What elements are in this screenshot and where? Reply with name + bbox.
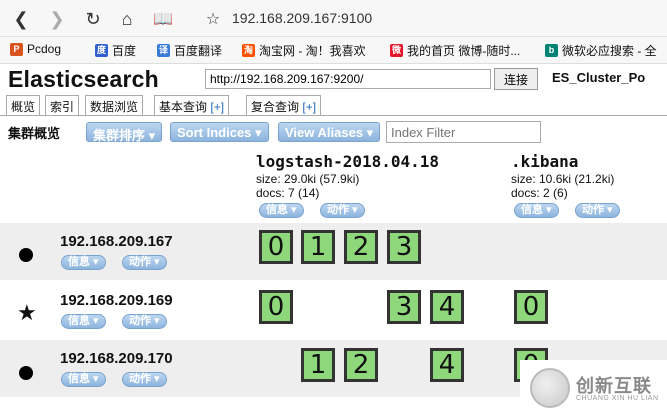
node-marker-dot-icon	[19, 248, 33, 262]
connection-url-input[interactable]	[205, 69, 491, 89]
index-docs: docs: 7 (14)	[256, 186, 320, 200]
app-title: Elasticsearch	[8, 66, 159, 92]
bookmark-item[interactable]: 度百度	[95, 42, 136, 59]
address-bar[interactable]: 192.168.209.167:9100	[232, 10, 372, 26]
node-ip: 192.168.209.169	[60, 292, 173, 309]
node-info-button[interactable]: 信息 ▾	[61, 314, 106, 329]
tab-basic-query[interactable]: 基本查询 [+]	[154, 95, 230, 115]
tab-indices[interactable]: 索引	[45, 95, 80, 115]
tab-browser[interactable]: 数据浏览	[85, 95, 144, 115]
shard-box[interactable]: 2	[344, 348, 378, 382]
node-row: 192.168.209.167 信息 ▾ 动作 ▾ 0 1 2 3	[0, 223, 667, 280]
bing-icon: b	[545, 44, 558, 57]
bookmark-item[interactable]: 微我的首页 微博-随时...	[390, 42, 520, 59]
shard-box[interactable]: 4	[430, 348, 464, 382]
index-size: size: 10.6ki (21.2ki)	[511, 172, 615, 186]
pcdog-icon: P	[10, 42, 23, 56]
index-meta: size: 10.6ki (21.2ki) docs: 2 (6)	[511, 172, 614, 200]
node-action-button[interactable]: 动作 ▾	[122, 255, 167, 270]
shard-box[interactable]: 2	[344, 230, 378, 264]
watermark-subtext: CHUANG XIN HU LIAN	[576, 395, 659, 402]
shard-box[interactable]: 4	[430, 290, 464, 324]
reading-view-icon[interactable]: 📖	[152, 8, 174, 30]
index-name: .kibana	[511, 152, 579, 171]
shard-box[interactable]: 3	[387, 290, 421, 324]
forward-icon[interactable]: ❯	[46, 8, 68, 30]
node-action-button[interactable]: 动作 ▾	[122, 314, 167, 329]
shard-box[interactable]: 0	[259, 290, 293, 324]
tab-divider	[0, 115, 667, 116]
shard-box[interactable]: 0	[514, 290, 548, 324]
index-action-button[interactable]: 动作 ▾	[320, 203, 365, 218]
translate-icon: 译	[157, 44, 170, 57]
index-name: logstash-2018.04.18	[256, 152, 440, 171]
index-size: size: 29.0ki (57.9ki)	[256, 172, 360, 186]
home-icon[interactable]: ⌂	[116, 8, 138, 30]
shard-box[interactable]: 1	[301, 348, 335, 382]
index-action-button[interactable]: 动作 ▾	[575, 203, 620, 218]
cluster-name: ES_Cluster_Po	[552, 70, 646, 85]
node-marker-dot-icon	[19, 366, 33, 380]
cluster-overview-heading: 集群概览	[8, 126, 61, 141]
index-info-button[interactable]: 信息 ▾	[259, 203, 304, 218]
bookmark-item[interactable]: b 微软必应搜索 - 全	[545, 42, 657, 59]
bookmark-item[interactable]: 淘淘宝网 - 淘！我喜欢	[242, 42, 366, 59]
node-info-button[interactable]: 信息 ▾	[61, 372, 106, 387]
shard-box[interactable]: 3	[387, 230, 421, 264]
taobao-icon: 淘	[242, 44, 255, 57]
index-meta: size: 29.0ki (57.9ki) docs: 7 (14)	[256, 172, 359, 200]
favorite-star-icon[interactable]: ☆	[202, 8, 224, 30]
bookmark-item[interactable]: 译百度翻译	[157, 42, 222, 59]
index-filter-input[interactable]	[386, 121, 541, 143]
browser-toolbar: ❮ ❯ ↻ ⌂ 📖 ☆ 192.168.209.167:9100	[0, 0, 667, 37]
shard-box[interactable]: 0	[259, 230, 293, 264]
view-aliases-button[interactable]: View Aliases ▾	[278, 122, 381, 142]
watermark: 创新互联 CHUANG XIN HU LIAN	[520, 360, 667, 417]
node-row: ★ 192.168.209.169 信息 ▾ 动作 ▾ 0 3 4 0	[0, 282, 667, 339]
watermark-logo-icon	[530, 368, 570, 408]
node-ip: 192.168.209.167	[60, 233, 173, 250]
sort-cluster-button[interactable]: 集群排序 ▾	[86, 122, 163, 143]
refresh-icon[interactable]: ↻	[82, 8, 104, 30]
node-action-button[interactable]: 动作 ▾	[122, 372, 167, 387]
bookmarks-bar: P Pcdog 度百度 译百度翻译 淘淘宝网 - 淘！我喜欢 微我的首页 微博-随…	[0, 37, 667, 64]
index-info-button[interactable]: 信息 ▾	[514, 203, 559, 218]
tab-overview[interactable]: 概览	[6, 95, 41, 115]
bookmark-item[interactable]: P Pcdog	[10, 42, 61, 56]
shard-box[interactable]: 1	[301, 230, 335, 264]
sort-indices-button[interactable]: Sort Indices ▾	[170, 122, 269, 142]
back-icon[interactable]: ❮	[10, 8, 32, 30]
connect-button[interactable]: 连接	[494, 68, 538, 90]
index-docs: docs: 2 (6)	[511, 186, 568, 200]
master-star-icon: ★	[17, 300, 37, 325]
node-ip: 192.168.209.170	[60, 350, 173, 367]
weibo-icon: 微	[390, 44, 403, 57]
node-info-button[interactable]: 信息 ▾	[61, 255, 106, 270]
tab-compound-query[interactable]: 复合查询 [+]	[246, 95, 322, 115]
baidu-icon: 度	[95, 44, 108, 57]
